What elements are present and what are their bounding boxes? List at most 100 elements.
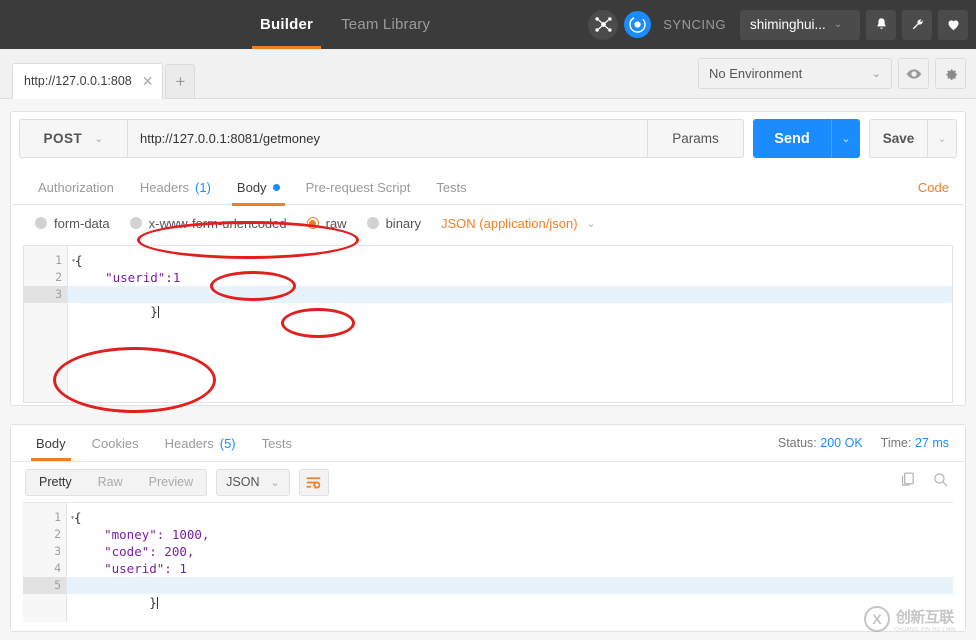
response-tab-headers-count: (5)	[220, 436, 236, 451]
http-method-select[interactable]: POST ⌄	[19, 119, 127, 158]
view-mode-raw-label: Raw	[98, 475, 123, 489]
tab-authorization[interactable]: Authorization	[25, 171, 127, 205]
code-line: "userid": 1	[67, 560, 953, 577]
search-icon[interactable]	[932, 471, 949, 493]
line-number-value: 1	[54, 510, 61, 524]
body-type-raw[interactable]: raw	[307, 216, 347, 231]
response-actions	[899, 471, 949, 493]
tab-builder-label: Builder	[260, 16, 313, 33]
response-tab-body[interactable]: Body	[23, 426, 79, 460]
gear-icon[interactable]	[935, 58, 966, 89]
response-format-select[interactable]: JSON ⌄	[216, 469, 290, 496]
url-input[interactable]: http://127.0.0.1:8081/getmoney	[127, 119, 648, 158]
view-mode-raw[interactable]: Raw	[85, 470, 136, 495]
params-label: Params	[672, 131, 719, 146]
tab-tests[interactable]: Tests	[423, 171, 479, 205]
line-number: 5	[23, 577, 66, 594]
tab-builder[interactable]: Builder	[246, 0, 327, 49]
sync-circle-icon[interactable]	[624, 11, 651, 38]
line-number-value: 3	[54, 544, 61, 558]
tab-team-library-label: Team Library	[341, 16, 430, 33]
send-button[interactable]: Send	[753, 119, 831, 158]
copy-icon[interactable]	[899, 471, 916, 493]
response-tab-headers[interactable]: Headers (5)	[152, 426, 249, 460]
code-line: {	[67, 509, 953, 526]
request-tab-item[interactable]: http://127.0.0.1:808 ✕	[12, 63, 163, 99]
line-number: 3	[23, 543, 66, 560]
request-body-editor[interactable]: 1 ▾ 2 3 { "userid":1 }	[23, 245, 953, 403]
response-tab-cookies[interactable]: Cookies	[79, 426, 152, 460]
url-value: http://127.0.0.1:8081/getmoney	[140, 131, 320, 146]
watermark-mark-icon: X	[864, 606, 890, 632]
watermark-text-block: 创新互联 CHUANG XIN HU LIAN	[894, 606, 956, 633]
code-line: "userid":1	[68, 269, 952, 286]
line-number-value: 2	[54, 527, 61, 541]
response-tab-headers-label: Headers	[165, 436, 214, 451]
heart-icon[interactable]	[938, 10, 968, 40]
view-mode-pretty[interactable]: Pretty	[26, 470, 85, 495]
tab-pre-request-script[interactable]: Pre-request Script	[293, 171, 424, 205]
code-line-text: }	[149, 595, 157, 610]
tab-team-library[interactable]: Team Library	[327, 0, 444, 49]
header-tab-list: Builder Team Library	[246, 0, 444, 49]
request-code-area[interactable]: { "userid":1 }	[68, 246, 952, 402]
user-menu-button[interactable]: shiminghui... ⌄	[740, 10, 860, 40]
body-type-urlencoded-label: x-www-form-urlencoded	[149, 216, 287, 231]
body-type-binary[interactable]: binary	[367, 216, 421, 231]
text-caret	[158, 306, 159, 318]
response-meta: Status: 200 OK Time: 27 ms	[778, 436, 949, 450]
radio-icon	[35, 217, 47, 229]
status-value: 200 OK	[820, 436, 862, 450]
environment-select[interactable]: No Environment ⌄	[698, 58, 892, 89]
body-type-urlencoded[interactable]: x-www-form-urlencoded	[130, 216, 287, 231]
response-section-tabs: Body Cookies Headers (5) Tests Status: 2…	[11, 425, 965, 462]
response-tab-tests-label: Tests	[262, 436, 292, 451]
code-line: "code": 200,	[67, 543, 953, 560]
send-group: Send ⌄	[753, 119, 860, 158]
radio-icon	[130, 217, 142, 229]
response-code-area[interactable]: { "money": 1000, "code": 200, "userid": …	[67, 503, 953, 622]
eye-icon[interactable]	[898, 58, 929, 89]
line-number: 1 ▾	[23, 509, 66, 526]
line-number-value: 4	[54, 561, 61, 575]
response-format-value: JSON	[226, 475, 259, 489]
content-type-select[interactable]: JSON (application/json) ⌄	[441, 216, 596, 231]
response-tab-tests[interactable]: Tests	[249, 426, 305, 460]
line-number-value: 2	[55, 270, 62, 284]
code-line: "money": 1000,	[67, 526, 953, 543]
tab-body[interactable]: Body	[224, 171, 293, 205]
body-type-form-data-label: form-data	[54, 216, 110, 231]
word-wrap-icon[interactable]	[299, 469, 329, 496]
body-type-row: form-data x-www-form-urlencoded raw bina…	[11, 205, 965, 241]
add-tab-button[interactable]: +	[165, 64, 195, 98]
tab-headers[interactable]: Headers (1)	[127, 171, 224, 205]
save-button[interactable]: Save	[869, 119, 927, 158]
line-number-value: 1	[55, 253, 62, 267]
bell-icon[interactable]	[866, 10, 896, 40]
tab-headers-label: Headers	[140, 180, 189, 195]
save-dropdown-button[interactable]: ⌄	[927, 119, 957, 158]
wrench-icon[interactable]	[902, 10, 932, 40]
time-badge: Time: 27 ms	[881, 436, 949, 450]
request-panel: POST ⌄ http://127.0.0.1:8081/getmoney Pa…	[10, 111, 966, 406]
interceptor-satellite-icon[interactable]	[588, 10, 618, 40]
body-type-form-data[interactable]: form-data	[35, 216, 110, 231]
chevron-down-icon: ⌄	[587, 217, 596, 230]
view-mode-pretty-label: Pretty	[39, 475, 72, 489]
code-line-text: }	[150, 304, 158, 319]
watermark-logo: X 创新互联 CHUANG XIN HU LIAN	[864, 602, 970, 636]
view-mode-preview[interactable]: Preview	[136, 470, 206, 495]
chevron-down-icon: ⌄	[841, 132, 850, 145]
status-label: Status:	[778, 436, 817, 450]
close-icon[interactable]: ✕	[142, 74, 154, 88]
send-label: Send	[774, 131, 809, 147]
sync-status-label: SYNCING	[663, 17, 726, 32]
line-number-value: 5	[54, 578, 61, 592]
user-name-label: shiminghui...	[750, 17, 826, 32]
http-method-label: POST	[44, 131, 83, 146]
send-dropdown-button[interactable]: ⌄	[831, 119, 860, 158]
response-body-editor[interactable]: 1 ▾ 2 3 4 5 { "money": 1000,	[23, 502, 953, 622]
app-header: Builder Team Library SYN	[0, 0, 976, 49]
code-link[interactable]: Code	[918, 180, 949, 195]
params-button[interactable]: Params	[648, 119, 744, 158]
